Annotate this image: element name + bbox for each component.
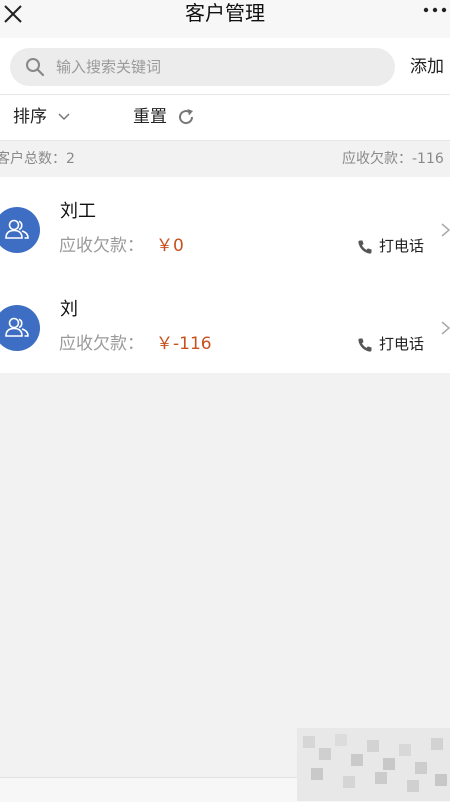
chevron-right-icon <box>441 223 450 237</box>
user-group-icon <box>5 317 29 337</box>
reset-button[interactable]: 重置 <box>133 95 167 140</box>
search-placeholder: 输入搜索关键词 <box>56 58 162 76</box>
total-debt: 应收欠款：-116 <box>342 141 444 177</box>
add-customer-button[interactable]: 添加 <box>410 48 444 86</box>
customer-name: 刘工 <box>60 201 96 222</box>
debt-label: 应收欠款： <box>59 236 144 256</box>
chevron-right-icon <box>441 321 450 335</box>
total-debt-label: 应收欠款： <box>342 151 412 167</box>
customer-list: 刘工 应收欠款： ￥0 打电话 刘 应收欠款： ￥-116 打电话 <box>0 177 450 373</box>
call-button[interactable]: 打电话 <box>379 331 424 357</box>
debt-value: ￥-116 <box>156 334 212 354</box>
search-input[interactable]: 输入搜索关键词 <box>10 48 395 86</box>
header: 客户管理 <box>0 0 450 38</box>
more-icon[interactable] <box>422 5 450 15</box>
summary-bar: 客户总数：2 应收欠款：-116 <box>0 141 450 177</box>
total-debt-value: -116 <box>412 151 444 167</box>
watermark-blur <box>297 728 450 801</box>
debt-value: ￥0 <box>156 236 184 256</box>
customer-row[interactable]: 刘 应收欠款： ￥-116 打电话 <box>0 275 450 373</box>
customer-count: 客户总数：2 <box>0 141 75 177</box>
avatar <box>0 305 40 351</box>
avatar <box>0 207 40 253</box>
filter-bar: 排序 重置 <box>0 95 450 141</box>
customer-count-value: 2 <box>66 151 75 167</box>
debt-label: 应收欠款： <box>59 334 144 354</box>
search-bar: 输入搜索关键词 添加 <box>0 38 450 95</box>
phone-icon[interactable] <box>357 239 373 255</box>
refresh-icon[interactable] <box>176 107 196 127</box>
customer-count-label: 客户总数： <box>0 151 66 167</box>
page-title: 客户管理 <box>185 1 265 25</box>
phone-icon[interactable] <box>357 337 373 353</box>
call-button[interactable]: 打电话 <box>379 233 424 259</box>
search-icon <box>26 58 45 77</box>
chevron-down-icon[interactable] <box>57 111 71 123</box>
customer-name: 刘 <box>60 299 78 320</box>
user-group-icon <box>5 219 29 239</box>
sort-button[interactable]: 排序 <box>13 95 47 140</box>
customer-row[interactable]: 刘工 应收欠款： ￥0 打电话 <box>0 177 450 275</box>
